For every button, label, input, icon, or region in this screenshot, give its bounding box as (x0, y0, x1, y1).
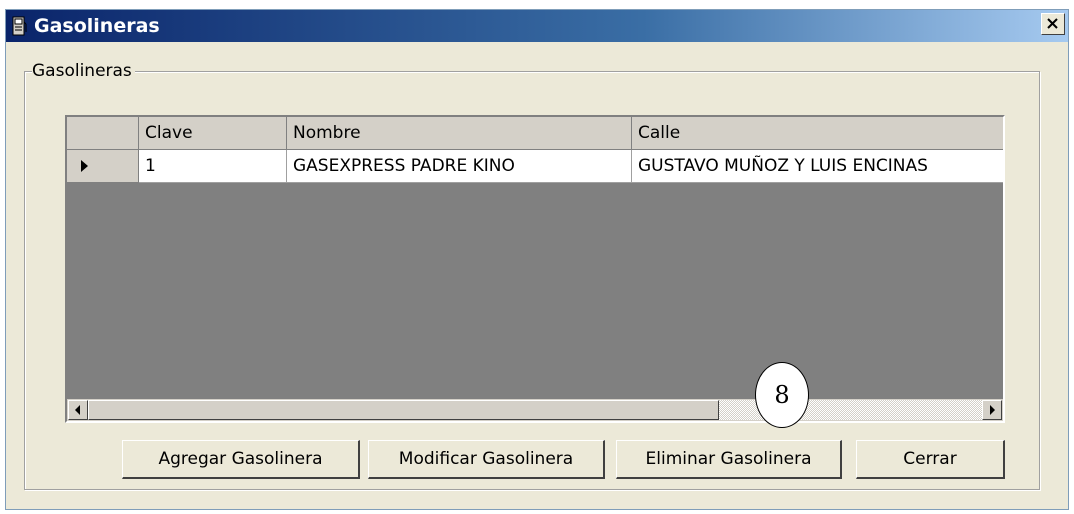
close-button[interactable]: Cerrar (856, 440, 1005, 479)
arrow-right-icon (990, 405, 995, 415)
arrow-left-icon (75, 405, 80, 415)
row-header[interactable] (67, 150, 139, 183)
add-gasolinera-button[interactable]: Agregar Gasolinera (122, 440, 360, 479)
scroll-thumb[interactable] (88, 400, 719, 420)
delete-gasolinera-button[interactable]: Eliminar Gasolinera (616, 440, 842, 479)
modify-gasolinera-button[interactable]: Modificar Gasolinera (368, 440, 605, 479)
scroll-left-button[interactable] (68, 400, 88, 420)
window-title: Gasolineras (34, 15, 160, 37)
cell-calle[interactable]: GUSTAVO MUÑOZ Y LUIS ENCINAS (632, 150, 1003, 183)
horizontal-scrollbar[interactable] (67, 399, 1003, 421)
close-window-button[interactable] (1041, 13, 1065, 35)
close-icon (1047, 18, 1058, 29)
row-selector-arrow-icon (81, 160, 88, 172)
cell-nombre[interactable]: GASEXPRESS PADRE KINO (287, 150, 632, 183)
scroll-right-button[interactable] (982, 400, 1002, 420)
table-row[interactable]: 1 GASEXPRESS PADRE KINO GUSTAVO MUÑOZ Y … (67, 150, 1003, 183)
gas-pump-icon (12, 16, 27, 36)
gasolineras-grid[interactable]: Clave Nombre Calle 1 GASEXPRESS PADRE KI… (65, 115, 1005, 423)
grid-header: Clave Nombre Calle (67, 117, 1003, 150)
cell-clave[interactable]: 1 (139, 150, 287, 183)
title-bar[interactable]: Gasolineras (6, 10, 1068, 42)
groupbox-label: Gasolineras (32, 62, 135, 80)
annotation-callout: 8 (755, 362, 809, 428)
column-header-nombre[interactable]: Nombre (287, 117, 632, 150)
column-header-calle[interactable]: Calle (632, 117, 1003, 150)
column-header-clave[interactable]: Clave (139, 117, 287, 150)
grid-corner-cell[interactable] (67, 117, 139, 150)
